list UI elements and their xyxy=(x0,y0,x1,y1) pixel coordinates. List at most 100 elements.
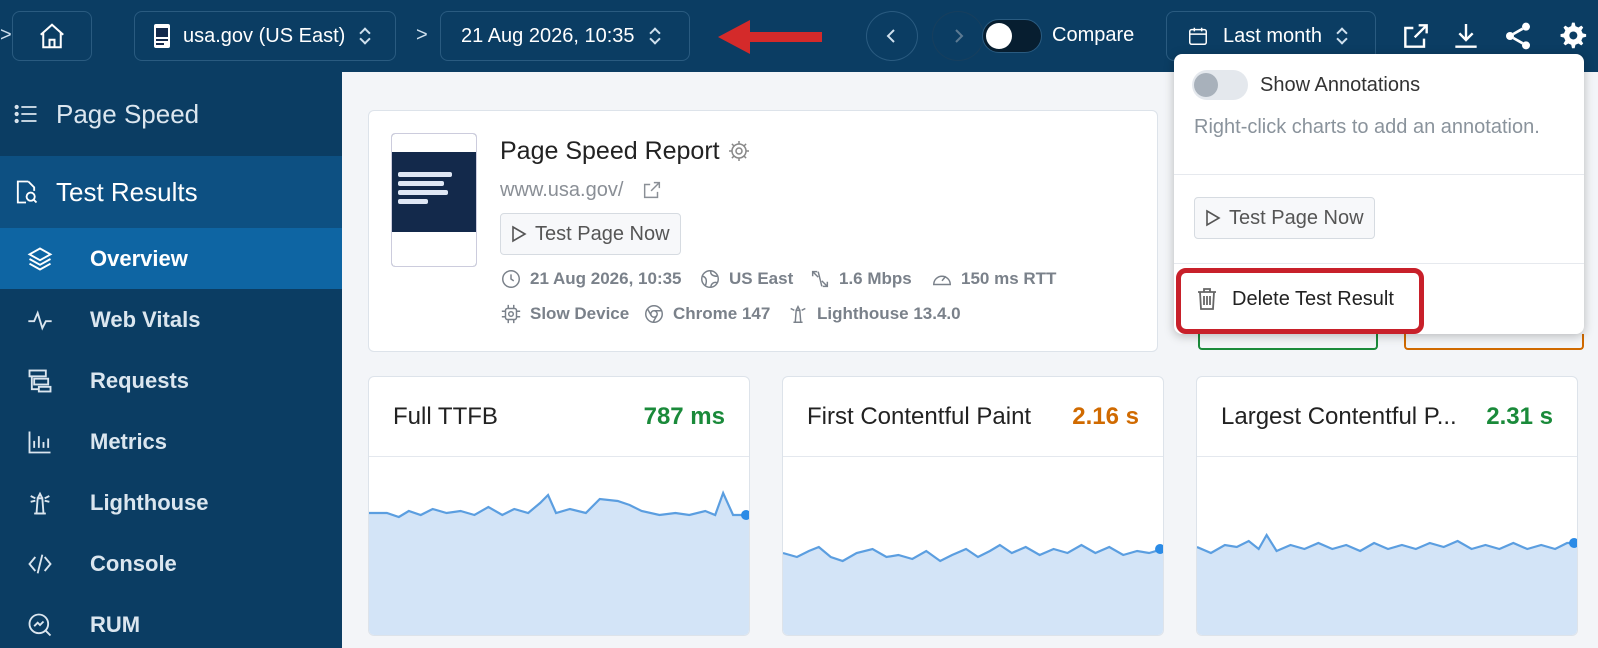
sidebar-item-label: Web Vitals xyxy=(90,306,201,332)
meta-rtt-text: 150 ms RTT xyxy=(961,269,1057,288)
compare-toggle[interactable] xyxy=(982,19,1042,53)
metric-name: Largest Contentful P... xyxy=(1221,402,1457,430)
lighthouse-icon xyxy=(790,305,806,323)
pulse-icon xyxy=(28,309,52,331)
sidebar: Page Speed Test Results Overview Web Vit… xyxy=(0,72,342,648)
meta-bandwidth-text: 1.6 Mbps xyxy=(839,269,912,288)
show-annotations-label: Show Annotations xyxy=(1260,73,1421,96)
meta-lighthouse-text: Lighthouse 13.4.0 xyxy=(817,304,961,323)
meta-device-text: Slow Device xyxy=(530,304,630,323)
layers-icon xyxy=(27,246,53,271)
open-external-icon[interactable] xyxy=(1400,20,1432,52)
sidebar-item-lighthouse[interactable]: Lighthouse xyxy=(0,472,342,533)
chevron-up-down-icon xyxy=(649,27,661,45)
fcp-sparkline xyxy=(783,543,1163,635)
meta-lighthouse: Lighthouse 13.4.0 xyxy=(787,303,961,325)
sidebar-item-label: Overview xyxy=(90,245,188,271)
lcp-sparkline xyxy=(1197,532,1577,635)
test-date-selector[interactable]: 21 Aug 2026, 10:35 xyxy=(440,11,690,61)
sidebar-item-web-vitals[interactable]: Web Vitals xyxy=(0,289,342,350)
sidebar-section-label: Test Results xyxy=(56,176,198,207)
clock-icon xyxy=(502,270,520,288)
sidebar-item-label: Metrics xyxy=(90,428,168,454)
play-icon xyxy=(1206,209,1221,227)
sidebar-item-console[interactable]: Console xyxy=(0,533,342,594)
meta-location-text: US East xyxy=(729,269,794,288)
home-icon xyxy=(40,23,64,49)
calendar-icon xyxy=(1189,27,1207,45)
meta-rtt: 150 ms RTT xyxy=(931,268,1056,290)
gauge-icon xyxy=(933,275,951,286)
chevron-up-down-icon xyxy=(1336,27,1348,45)
meta-browser: Chrome 147 xyxy=(643,303,770,325)
score-card-edge-green xyxy=(1198,334,1378,350)
meta-bandwidth: 1.6 Mbps xyxy=(809,268,912,290)
annotations-hint: Right-click charts to add an annotation. xyxy=(1194,116,1540,138)
cpu-icon xyxy=(501,304,521,324)
report-settings-gear-icon[interactable] xyxy=(727,139,751,163)
meta-browser-text: Chrome 147 xyxy=(673,304,771,323)
home-button[interactable] xyxy=(12,11,92,61)
report-url[interactable]: www.usa.gov/ xyxy=(500,179,623,202)
metric-name: Full TTFB xyxy=(393,402,498,430)
sidebar-item-requests[interactable]: Requests xyxy=(0,350,342,411)
bandwidth-icon xyxy=(811,270,829,288)
menu-test-page-now-label: Test Page Now xyxy=(1229,206,1364,229)
page-screenshot-thumbnail[interactable] xyxy=(391,133,477,267)
test-page-now-label: Test Page Now xyxy=(535,222,670,245)
rum-search-icon xyxy=(28,613,52,636)
sidebar-section-test-results[interactable]: Test Results xyxy=(0,156,342,228)
list-icon xyxy=(14,104,37,124)
meta-date-text: 21 Aug 2026, 10:35 xyxy=(530,269,682,288)
metric-card-largest-contentful-paint[interactable]: Largest Contentful P... 2.31 s xyxy=(1196,376,1578,636)
score-card-edge-orange xyxy=(1404,334,1584,350)
sidebar-item-overview[interactable]: Overview xyxy=(0,228,342,289)
compare-label: Compare xyxy=(1052,24,1135,46)
meta-device: Slow Device xyxy=(500,303,629,325)
metric-card-full-ttfb[interactable]: Full TTFB 787 ms xyxy=(368,376,750,636)
sidebar-header[interactable]: Page Speed xyxy=(0,72,342,156)
document-search-icon xyxy=(16,180,38,204)
download-icon[interactable] xyxy=(1450,20,1482,52)
meta-date: 21 Aug 2026, 10:35 xyxy=(500,268,682,290)
metric-value: 787 ms xyxy=(643,402,725,430)
next-test-button[interactable] xyxy=(932,11,984,61)
sidebar-item-metrics[interactable]: Metrics xyxy=(0,411,342,472)
sidebar-item-label: Console xyxy=(90,550,177,576)
metric-value: 2.16 s xyxy=(1072,402,1139,430)
bar-chart-icon xyxy=(28,431,51,453)
share-icon[interactable] xyxy=(1502,20,1534,52)
chevron-right-icon xyxy=(955,29,964,43)
menu-test-page-now-button[interactable]: Test Page Now xyxy=(1194,197,1375,239)
chrome-icon xyxy=(645,305,663,323)
previous-test-button[interactable] xyxy=(866,11,918,61)
breadcrumb-separator-icon: > xyxy=(416,24,428,46)
sidebar-item-label: Lighthouse xyxy=(90,489,209,515)
site-selector-label: usa.gov (US East) xyxy=(183,24,346,47)
code-icon xyxy=(28,553,52,574)
sidebar-header-label: Page Speed xyxy=(56,98,200,129)
toggle-knob xyxy=(986,23,1012,49)
sidebar-item-label: RUM xyxy=(90,611,141,637)
show-annotations-toggle[interactable] xyxy=(1192,70,1248,100)
sidebar-item-rum[interactable]: RUM xyxy=(0,594,342,648)
show-annotations-row[interactable]: Show Annotations xyxy=(1174,54,1584,116)
report-card: Page Speed Report www.usa.gov/ Test Page… xyxy=(368,110,1158,352)
settings-gear-icon[interactable] xyxy=(1556,20,1588,52)
test-page-now-button[interactable]: Test Page Now xyxy=(500,213,681,255)
metric-value: 2.31 s xyxy=(1486,402,1553,430)
site-favicon-icon xyxy=(154,24,170,48)
metric-name: First Contentful Paint xyxy=(807,402,1032,430)
metric-card-first-contentful-paint[interactable]: First Contentful Paint 2.16 s xyxy=(782,376,1164,636)
meta-location: US East xyxy=(699,268,793,290)
test-date-label: 21 Aug 2026, 10:35 xyxy=(461,24,635,47)
red-arrow-annotation xyxy=(718,20,822,54)
ttfb-sparkline xyxy=(369,490,749,635)
menu-test-section: Test Page Now xyxy=(1174,175,1584,263)
external-link-icon[interactable] xyxy=(641,179,663,201)
breadcrumb-separator-icon: > xyxy=(0,24,12,46)
date-range-label: Last month xyxy=(1223,24,1322,47)
red-highlight-box xyxy=(1176,268,1424,334)
report-title: Page Speed Report xyxy=(500,137,720,165)
site-selector[interactable]: usa.gov (US East) xyxy=(134,11,396,61)
